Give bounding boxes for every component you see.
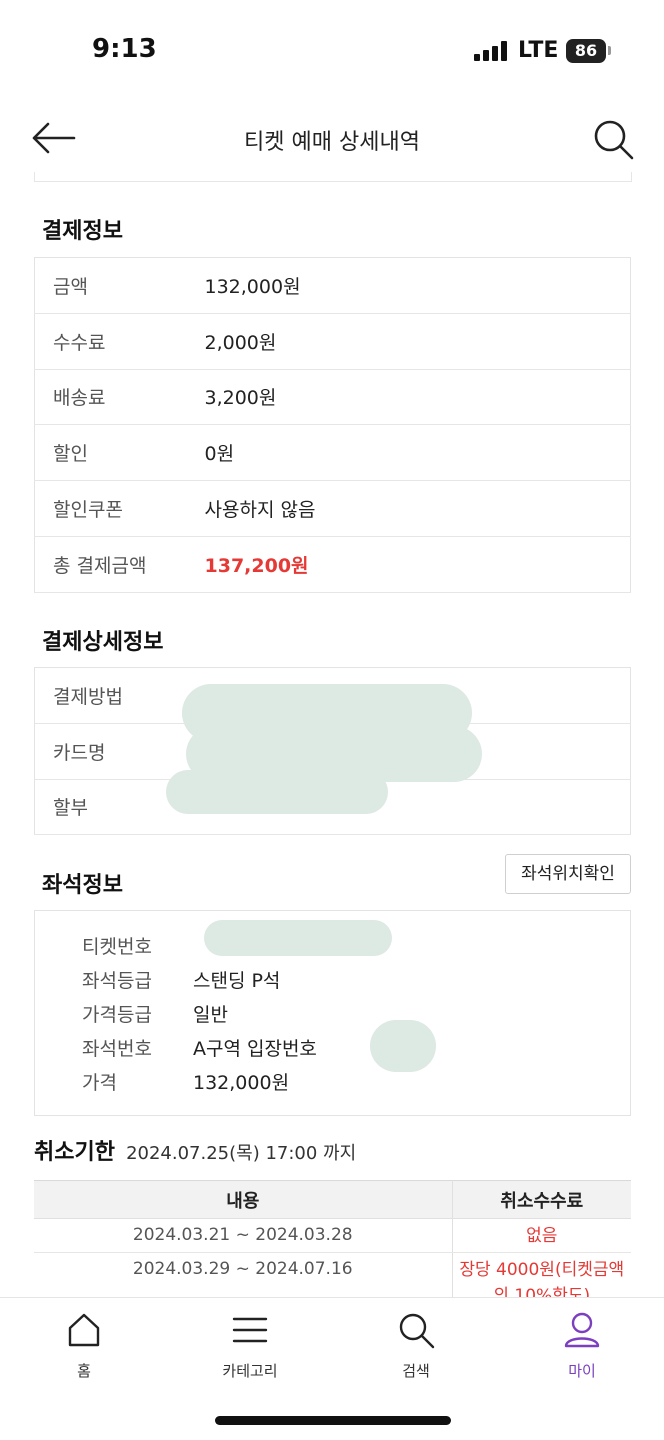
- row-value: 3,200원: [204, 369, 631, 426]
- row-label: 금액: [34, 257, 205, 314]
- table-row: 2024.03.21 ~ 2024.03.28 없음: [34, 1218, 631, 1253]
- redaction-blur: [370, 1020, 436, 1072]
- battery-tip: [608, 46, 611, 55]
- table-row: 배송료 3,200원: [34, 369, 631, 426]
- redaction-blur: [166, 770, 388, 814]
- tab-label: 마이: [568, 1362, 596, 1380]
- total-label: 총 결제금액: [34, 536, 205, 593]
- table-row: 수수료 2,000원: [34, 313, 631, 370]
- previous-section-edge: [34, 172, 632, 182]
- table-row: 금액 132,000원: [34, 257, 631, 314]
- status-time: 9:13: [92, 34, 157, 64]
- redaction-blur: [204, 920, 392, 956]
- period-cell: 2024.03.21 ~ 2024.03.28: [34, 1218, 453, 1253]
- status-bar: 9:13 LTE 86: [0, 0, 664, 100]
- tab-label: 카테고리: [222, 1362, 278, 1380]
- search-icon: [399, 1313, 435, 1349]
- tab-home[interactable]: 홈: [29, 1310, 139, 1381]
- tab-category[interactable]: 카테고리: [195, 1310, 305, 1381]
- cancel-deadline-title: 취소기한: [34, 1140, 115, 1165]
- row-label: 결제방법: [34, 667, 205, 724]
- row-label: 좌석등급: [82, 970, 152, 992]
- row-label: 좌석번호: [82, 1038, 152, 1060]
- table-row: 할인 0원: [34, 424, 631, 482]
- row-value: 스탠딩 P석: [193, 970, 281, 992]
- row-value: A구역 입장번호: [193, 1038, 317, 1060]
- tab-search[interactable]: 검색: [361, 1310, 471, 1381]
- cancel-fee-table: 내용 취소수수료 2024.03.21 ~ 2024.03.28 없음 2024…: [34, 1180, 631, 1310]
- row-value: 132,000원: [193, 1072, 290, 1094]
- total-amount: 137,200원: [204, 536, 631, 593]
- home-indicator: [215, 1416, 451, 1425]
- row-label: 배송료: [34, 369, 205, 426]
- seat-location-button[interactable]: 좌석위치확인: [505, 854, 631, 894]
- home-icon: [68, 1313, 100, 1347]
- row-value: 일반: [193, 1004, 228, 1026]
- seat-info-title: 좌석정보: [42, 873, 123, 898]
- battery-icon: 86: [566, 39, 606, 63]
- table-header-row: 내용 취소수수료: [34, 1180, 631, 1219]
- row-label: 할인: [34, 424, 205, 482]
- row-value: 사용하지 않음: [204, 480, 631, 537]
- row-label: 수수료: [34, 313, 205, 370]
- menu-icon: [232, 1317, 268, 1343]
- page-title: 티켓 예매 상세내역: [244, 130, 420, 155]
- tab-label: 검색: [402, 1362, 430, 1380]
- user-icon: [564, 1312, 600, 1348]
- cancel-deadline: 취소기한 2024.07.25(목) 17:00 까지: [34, 1134, 356, 1166]
- fee-cell: 없음: [452, 1218, 631, 1253]
- payment-info-table: 금액 132,000원 수수료 2,000원 배송료 3,200원 할인 0원 …: [34, 257, 631, 593]
- column-header: 내용: [34, 1180, 453, 1219]
- tab-label: 홈: [77, 1362, 91, 1380]
- row-value: 0원: [204, 424, 631, 482]
- page-header: 티켓 예매 상세내역: [0, 100, 664, 178]
- table-row: 할인쿠폰 사용하지 않음: [34, 480, 631, 537]
- network-label: LTE: [518, 38, 559, 63]
- cancel-deadline-date: 2024.07.25(목) 17:00 까지: [126, 1143, 357, 1164]
- signal-icon: [474, 41, 508, 61]
- search-icon[interactable]: [592, 118, 636, 162]
- row-label: 할인쿠폰: [34, 480, 205, 537]
- column-header: 취소수수료: [452, 1180, 631, 1219]
- row-value: 2,000원: [204, 313, 631, 370]
- table-row: 총 결제금액 137,200원: [34, 536, 631, 593]
- row-label: 가격등급: [82, 1004, 152, 1026]
- payment-info-title: 결제정보: [42, 219, 123, 244]
- payment-detail-title: 결제상세정보: [42, 630, 164, 655]
- row-label: 티켓번호: [82, 936, 152, 958]
- tab-my[interactable]: 마이: [527, 1310, 637, 1381]
- row-label: 가격: [82, 1072, 117, 1094]
- row-value: 132,000원: [204, 257, 631, 314]
